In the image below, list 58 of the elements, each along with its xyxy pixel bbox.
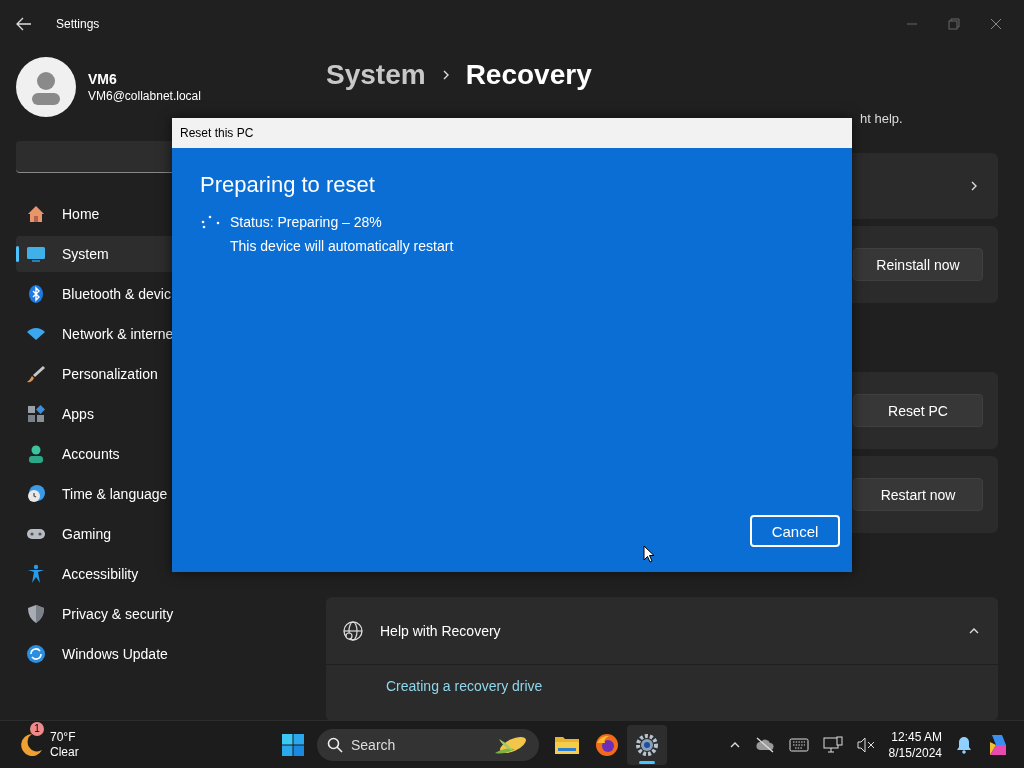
cancel-button[interactable]: Cancel bbox=[750, 515, 840, 547]
sidebar-item[interactable]: Time & language bbox=[16, 476, 296, 512]
temperature-text: 70°F bbox=[50, 729, 77, 745]
help-title[interactable]: Help with Recovery bbox=[380, 622, 501, 639]
clock-date[interactable]: 8/15/2024 bbox=[888, 744, 942, 761]
close-icon[interactable] bbox=[990, 18, 1002, 30]
user-email: VM6@collabnet.local bbox=[88, 89, 201, 103]
windows-icon bbox=[281, 732, 305, 757]
window-title: Settings bbox=[56, 17, 100, 31]
bluetooth-icon bbox=[26, 284, 46, 304]
search-icon bbox=[327, 736, 343, 753]
apps-icon bbox=[26, 404, 46, 424]
sidebar-item[interactable]: Personalization bbox=[16, 356, 296, 392]
bell-icon[interactable] bbox=[956, 735, 972, 754]
action-button[interactable]: Reinstall now bbox=[853, 248, 983, 281]
spinner-icon bbox=[200, 214, 222, 230]
shield-icon bbox=[26, 604, 46, 624]
update-icon bbox=[26, 644, 46, 664]
muted-speaker-icon[interactable] bbox=[856, 736, 875, 753]
help-link[interactable]: Creating a recovery drive bbox=[386, 678, 543, 694]
sidebar-item[interactable]: Accessibility bbox=[16, 556, 296, 592]
clock-icon bbox=[26, 484, 46, 504]
breadcrumb-item[interactable]: System bbox=[326, 59, 426, 91]
sidebar-item[interactable]: Bluetooth & devic bbox=[16, 276, 296, 312]
dialog-heading: Preparing to reset bbox=[200, 172, 376, 198]
avatar-icon bbox=[16, 57, 76, 117]
user-name: VM6 bbox=[88, 71, 118, 87]
home-icon bbox=[26, 204, 46, 224]
taskbar-search[interactable]: Search bbox=[317, 728, 539, 761]
moon-icon[interactable] bbox=[18, 731, 44, 758]
keyboard-icon[interactable] bbox=[788, 737, 809, 752]
sidebar-item[interactable]: Gaming bbox=[16, 516, 296, 552]
gear-icon[interactable] bbox=[635, 732, 659, 757]
breadcrumb-item: Recovery bbox=[465, 59, 592, 91]
monitor-icon bbox=[26, 244, 46, 264]
sidebar-item[interactable]: Windows Update bbox=[16, 636, 296, 672]
status-text: Status: Preparing – 28% bbox=[230, 214, 382, 230]
sidebar-item[interactable]: Apps bbox=[16, 396, 296, 432]
search-placeholder: Search bbox=[351, 736, 396, 753]
cursor-icon bbox=[643, 545, 655, 563]
taskbar-app[interactable] bbox=[627, 724, 667, 765]
sidebar-item[interactable]: Accounts bbox=[16, 436, 296, 472]
browser-icon[interactable] bbox=[595, 732, 619, 757]
action-button[interactable]: Reset PC bbox=[853, 394, 983, 427]
brush-icon bbox=[26, 364, 46, 384]
notification-badge: 1 bbox=[30, 721, 44, 736]
description-text: ht help. bbox=[860, 111, 903, 126]
sidebar-item[interactable]: Network & interne bbox=[16, 316, 296, 352]
action-button[interactable]: Restart now bbox=[853, 478, 983, 511]
cloud-off-icon[interactable] bbox=[754, 736, 775, 753]
globe-icon bbox=[342, 619, 364, 642]
sidebar-item[interactable]: Privacy & security bbox=[16, 596, 296, 632]
dialog-title: Reset this PC bbox=[180, 126, 254, 140]
back-icon[interactable] bbox=[16, 17, 32, 31]
clock-time[interactable]: 12:45 AM bbox=[888, 728, 942, 745]
weather-condition: Clear bbox=[50, 744, 79, 760]
monitor-icon[interactable] bbox=[822, 735, 843, 754]
person-icon bbox=[26, 444, 46, 464]
